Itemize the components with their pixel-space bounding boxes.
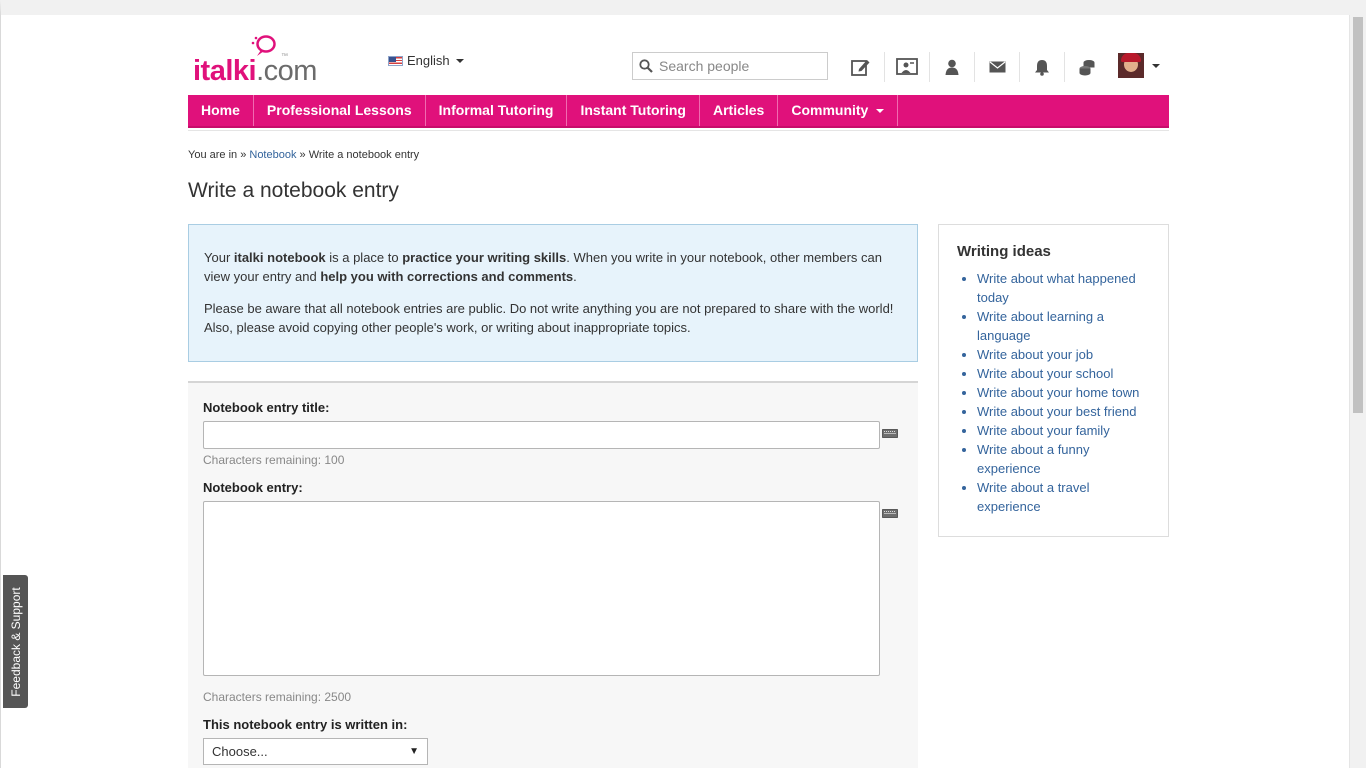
- account-menu[interactable]: [1118, 53, 1160, 78]
- writing-idea-item[interactable]: Write about a travel experience: [977, 478, 1150, 516]
- scrollbar-thumb[interactable]: [1353, 17, 1363, 413]
- entry-textarea[interactable]: [203, 501, 880, 676]
- writing-idea-item[interactable]: Write about a funny experience: [977, 440, 1150, 478]
- breadcrumb-link-notebook[interactable]: Notebook: [249, 149, 296, 161]
- writing-idea-item[interactable]: Write about your family: [977, 421, 1150, 440]
- nav-item-instant-tutoring[interactable]: Instant Tutoring: [567, 95, 700, 126]
- dropdown-arrow-icon: ▼: [409, 746, 419, 757]
- search-input[interactable]: [659, 58, 819, 74]
- info-paragraph-1: Your italki notebook is a place to pract…: [204, 250, 882, 284]
- write-icon[interactable]: [838, 52, 884, 82]
- nav-item-community[interactable]: Community: [778, 95, 899, 126]
- feedback-label: Feedback & Support: [8, 586, 23, 697]
- page-scrollbar[interactable]: [1349, 15, 1366, 768]
- keyboard-icon[interactable]: [882, 429, 898, 438]
- language-selector[interactable]: English: [388, 53, 464, 68]
- user-icon[interactable]: [929, 52, 974, 82]
- coins-icon[interactable]: [1064, 52, 1109, 82]
- breadcrumb-separator: »: [299, 149, 306, 161]
- feedback-support-tab[interactable]: Feedback & Support: [3, 575, 28, 708]
- writing-idea-item[interactable]: Write about your school: [977, 364, 1150, 383]
- bell-icon[interactable]: [1019, 52, 1064, 82]
- writing-idea-item[interactable]: Write about your best friend: [977, 402, 1150, 421]
- writing-ideas-list: Write about what happened today Write ab…: [957, 269, 1150, 516]
- nav-item-articles[interactable]: Articles: [700, 95, 779, 126]
- title-label: Notebook entry title:: [203, 400, 330, 415]
- logo-trademark: ™: [281, 53, 288, 60]
- chevron-down-icon: [876, 108, 885, 113]
- main-nav: Home Professional Lessons Informal Tutor…: [188, 95, 1169, 128]
- chevron-down-icon: [455, 58, 464, 63]
- avatar[interactable]: [1118, 53, 1144, 78]
- language-select[interactable]: Choose... ▼: [203, 738, 428, 765]
- notebook-info-box: Your italki notebook is a place to pract…: [188, 224, 918, 362]
- us-flag-icon: [388, 55, 403, 66]
- nav-item-professional-lessons[interactable]: Professional Lessons: [254, 95, 426, 126]
- language-label: English: [407, 53, 450, 68]
- writing-idea-item[interactable]: Write about your job: [977, 345, 1150, 364]
- notebook-entry-form: Notebook entry title: Characters remaini…: [188, 381, 918, 768]
- chevron-down-icon: [1152, 63, 1160, 68]
- teacher-board-icon[interactable]: [884, 52, 929, 82]
- nav-item-informal-tutoring[interactable]: Informal Tutoring: [426, 95, 568, 126]
- writing-ideas-panel: Writing ideas Write about what happened …: [938, 224, 1169, 537]
- keyboard-icon[interactable]: [882, 509, 898, 518]
- logo-text: italki.com: [193, 55, 317, 87]
- writing-idea-item[interactable]: Write about your home town: [977, 383, 1150, 402]
- italki-logo[interactable]: italki.com ™: [193, 31, 343, 87]
- mail-icon[interactable]: [974, 52, 1019, 82]
- entry-label: Notebook entry:: [203, 480, 303, 495]
- nav-item-home[interactable]: Home: [188, 95, 254, 126]
- title-input[interactable]: [203, 421, 880, 449]
- breadcrumb-prefix: You are in »: [188, 149, 247, 161]
- search-icon: [639, 59, 653, 73]
- page-title: Write a notebook entry: [188, 179, 399, 202]
- writing-idea-item[interactable]: Write about what happened today: [977, 269, 1150, 307]
- writing-idea-item[interactable]: Write about learning a language: [977, 307, 1150, 345]
- header-icon-bar: [838, 52, 1109, 82]
- language-select-value: Choose...: [212, 744, 268, 759]
- info-paragraph-2: Please be aware that all notebook entrie…: [204, 301, 894, 335]
- search-box[interactable]: [632, 52, 828, 80]
- entry-characters-remaining: Characters remaining: 2500: [203, 690, 352, 704]
- breadcrumb: You are in » Notebook » Write a notebook…: [188, 149, 419, 161]
- nav-divider: [188, 130, 1169, 131]
- breadcrumb-current: Write a notebook entry: [308, 149, 420, 161]
- title-characters-remaining: Characters remaining: 100: [203, 453, 345, 467]
- writing-ideas-title: Writing ideas: [957, 243, 1051, 260]
- language-label: This notebook entry is written in:: [203, 717, 408, 732]
